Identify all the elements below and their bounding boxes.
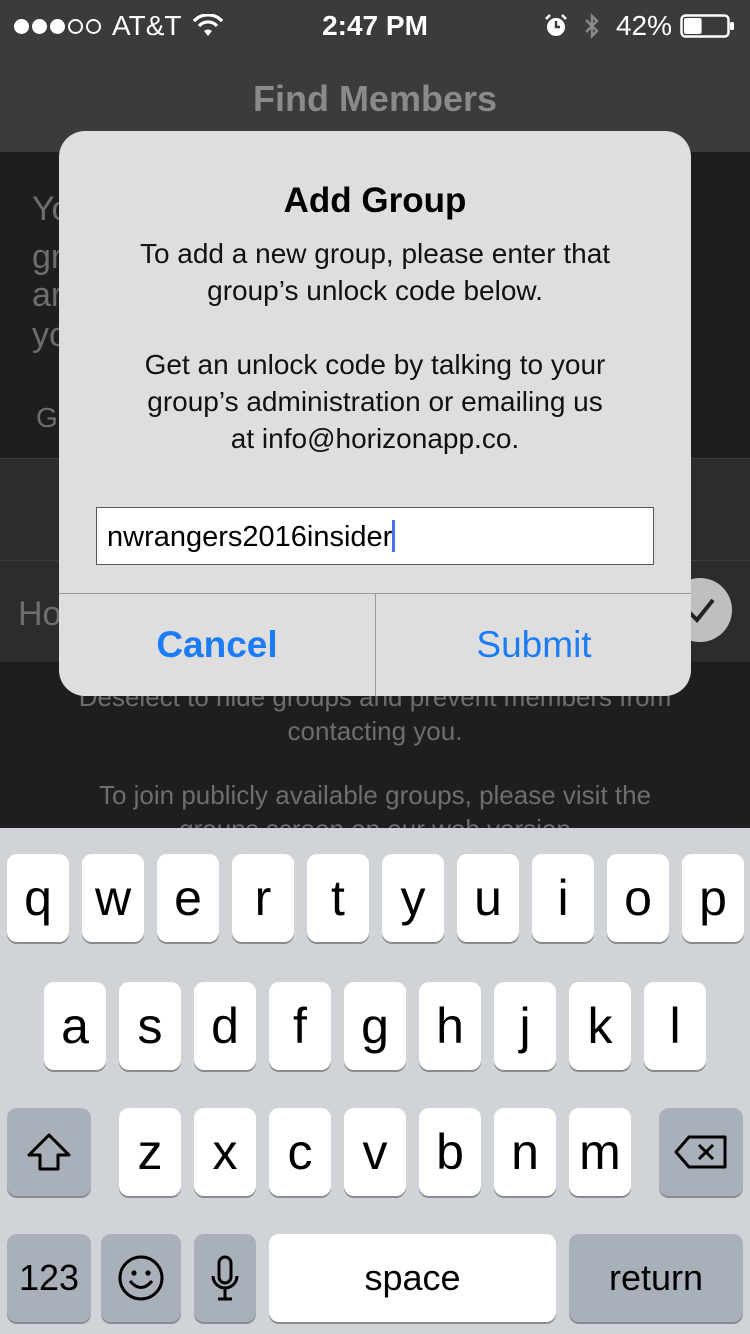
key-r[interactable]: r [232,854,294,942]
battery-percent: 42% [615,10,672,41]
key-q[interactable]: q [7,854,69,942]
shift-icon [27,1133,71,1171]
microphone-icon [211,1255,239,1301]
status-bar: AT&T 2:47 PM 42% [0,0,750,52]
key-p[interactable]: p [682,854,744,942]
bluetooth-icon [585,13,599,39]
return-key[interactable]: return [569,1234,743,1322]
background-text: gr [32,238,63,276]
shift-key[interactable] [7,1108,91,1196]
key-o[interactable]: o [607,854,669,942]
key-d[interactable]: d [194,982,256,1070]
unlock-code-input[interactable]: nwrangers2016insider [96,507,654,565]
key-l[interactable]: l [644,982,706,1070]
alarm-icon [545,14,567,36]
key-s[interactable]: s [119,982,181,1070]
key-u[interactable]: u [457,854,519,942]
alert-message: To add a new group, please enter that [139,238,611,269]
key-v[interactable]: v [344,1108,406,1196]
key-b[interactable]: b [419,1108,481,1196]
emoji-key[interactable] [101,1234,181,1322]
alert-message: Get an unlock code by talking to your [144,349,606,380]
battery-icon [680,14,734,38]
background-text: G [36,402,58,433]
key-z[interactable]: z [119,1108,181,1196]
status-right: 42% [544,10,736,42]
alert-message: group’s unlock code below. [207,275,543,306]
page-title: Find Members [252,78,498,119]
battery-fill [684,18,702,34]
key-m[interactable]: m [569,1108,631,1196]
key-y[interactable]: y [382,854,444,942]
key-w[interactable]: w [82,854,144,942]
background-text: ar [32,276,63,314]
key-x[interactable]: x [194,1108,256,1196]
alert-title: Add Group [283,181,467,220]
unlock-code-value: nwrangers2016insider [107,521,393,553]
key-i[interactable]: i [532,854,594,942]
keyboard: q w e r t y u i o p a s d f g h j k l z … [0,828,750,1334]
numbers-key[interactable]: 123 [7,1234,91,1322]
add-group-alert: Add Group To add a new group, please ent… [59,131,691,696]
key-a[interactable]: a [44,982,106,1070]
key-n[interactable]: n [494,1108,556,1196]
emoji-icon [118,1255,164,1301]
submit-button[interactable]: Submit [376,594,691,696]
delete-key[interactable] [659,1108,743,1196]
background-text: Ho [18,595,62,633]
text-caret [392,520,396,553]
dictation-key[interactable] [194,1234,256,1322]
key-e[interactable]: e [157,854,219,942]
space-key[interactable]: space [269,1234,556,1322]
key-f[interactable]: f [269,982,331,1070]
delete-icon [674,1135,727,1169]
background-note: To join publicly available groups, pleas… [98,780,652,810]
background-note: contacting you. [287,716,463,746]
cancel-button[interactable]: Cancel [59,594,375,696]
key-k[interactable]: k [569,982,631,1070]
key-t[interactable]: t [307,854,369,942]
alert-message: at info@horizonapp.co. [230,423,520,454]
key-c[interactable]: c [269,1108,331,1196]
key-h[interactable]: h [419,982,481,1070]
alert-message: group’s administration or emailing us [147,386,603,417]
key-j[interactable]: j [494,982,556,1070]
key-g[interactable]: g [344,982,406,1070]
